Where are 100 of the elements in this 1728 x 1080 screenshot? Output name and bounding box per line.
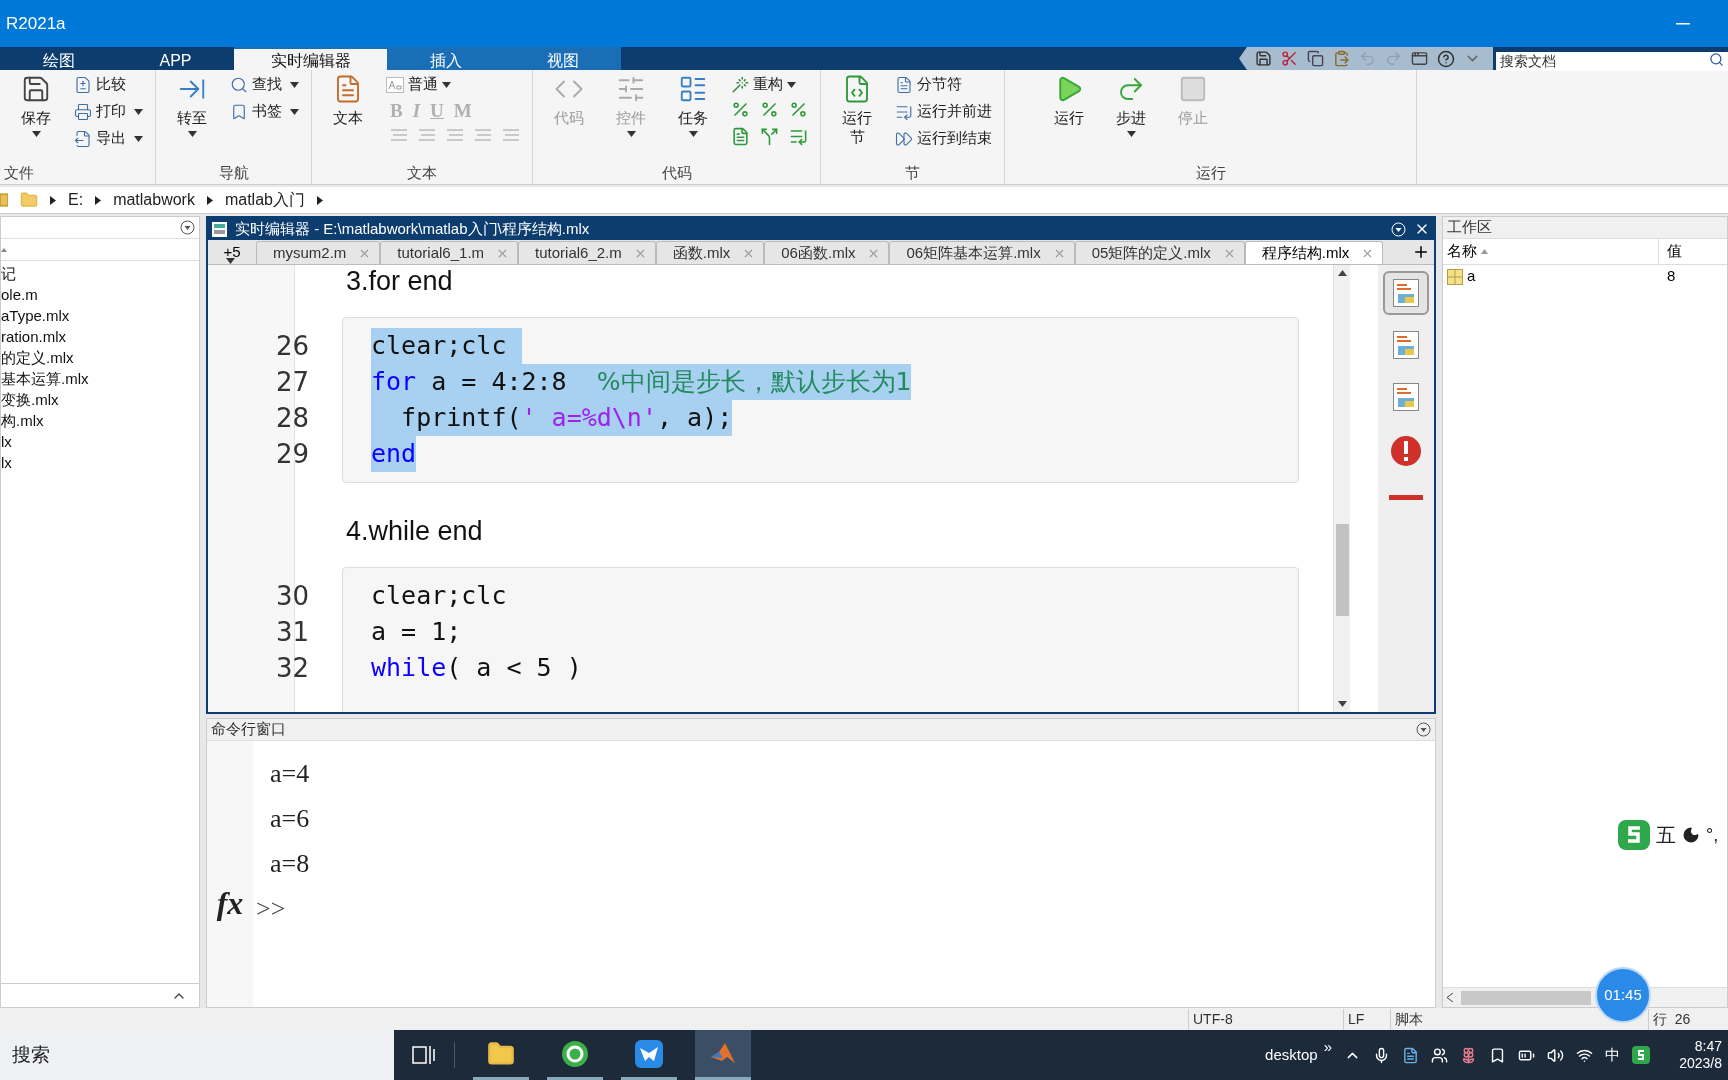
path-segment[interactable]: E:: [68, 188, 84, 212]
code-tool-icon[interactable]: [760, 127, 779, 146]
ribbon-button[interactable]: 转至: [168, 70, 216, 162]
code-tool-icon[interactable]: [760, 100, 779, 119]
save-icon[interactable]: [1255, 50, 1272, 67]
scrollbar-thumb[interactable]: [1335, 524, 1349, 616]
function-hint-icon[interactable]: fx: [216, 879, 244, 927]
editor-tab[interactable]: tutorial6_1.m: [380, 241, 519, 264]
ribbon-tab[interactable]: 视图: [504, 47, 621, 70]
file-item[interactable]: aType.mlx: [1, 305, 70, 326]
export-icon: [74, 129, 92, 148]
file-item[interactable]: ole.m: [1, 284, 38, 305]
add-tab-icon[interactable]: [1412, 243, 1430, 261]
scrollbar-thumb[interactable]: [1461, 990, 1591, 1005]
editor-tab[interactable]: 05矩阵的定义.mlx: [1074, 241, 1245, 264]
ribbon-button[interactable]: 步进: [1107, 70, 1155, 162]
ribbon-button[interactable]: 保存: [12, 70, 60, 162]
ribbon-button[interactable]: 运行并前进: [895, 101, 992, 122]
error-icon[interactable]: [1390, 435, 1422, 467]
group-label: 导航: [217, 163, 250, 183]
editor-tab[interactable]: 06矩阵基本运算.mlx: [889, 241, 1075, 264]
people-icon[interactable]: [1431, 1046, 1448, 1064]
overflow-tabs-button[interactable]: +5: [208, 240, 256, 264]
wand-icon: [731, 75, 749, 94]
ribbon-button[interactable]: 运行节: [833, 70, 881, 162]
ribbon-button[interactable]: 任务: [669, 70, 717, 162]
ribbon-button[interactable]: 文本: [324, 70, 372, 162]
ribbon-tab[interactable]: 实时编辑器: [234, 47, 387, 70]
editor-tab[interactable]: 函数.mlx: [655, 241, 765, 264]
code-tool-icon[interactable]: [789, 127, 808, 146]
file-item[interactable]: lx: [1, 431, 12, 452]
file-item[interactable]: 变换.mlx: [1, 389, 59, 410]
code-tool-icon[interactable]: [731, 100, 750, 119]
more-button[interactable]: »: [1323, 1035, 1332, 1059]
microphone-icon[interactable]: [1373, 1046, 1390, 1064]
line-number: 29: [274, 437, 310, 471]
editor-tab[interactable]: mysum2.m: [256, 241, 381, 264]
ribbon-button[interactable]: 运行: [1045, 70, 1093, 162]
path-segment[interactable]: matlab入门: [224, 188, 305, 212]
help-icon[interactable]: [1437, 49, 1455, 68]
ribbon-button[interactable]: 查找: [230, 74, 299, 95]
bookmark-icon[interactable]: [1489, 1046, 1506, 1064]
ribbon-button[interactable]: 比较: [74, 74, 143, 95]
ribbon-tab[interactable]: 插入: [387, 47, 504, 70]
search-field[interactable]: 搜索文档: [1496, 51, 1728, 71]
caret-icon: [787, 81, 796, 88]
notes-icon[interactable]: [1402, 1046, 1419, 1064]
copy-icon[interactable]: [1307, 50, 1324, 67]
sort-icon[interactable]: [1, 247, 7, 252]
code-tool-icon[interactable]: [731, 127, 750, 146]
matlab-app-icon[interactable]: [695, 1030, 751, 1080]
editor-tab[interactable]: tutorial6_2.m: [518, 241, 656, 264]
column-header[interactable]: 名称: [1443, 239, 1659, 264]
minimize-icon[interactable]: [1676, 22, 1690, 25]
file-item[interactable]: 记: [1, 263, 16, 284]
flower-icon[interactable]: [1460, 1046, 1477, 1064]
column-header[interactable]: 值: [1659, 239, 1727, 264]
ribbon-button[interactable]: 打印: [74, 101, 143, 122]
refactor-button[interactable]: 重构: [731, 74, 808, 95]
scroll-left-icon[interactable]: [1447, 993, 1453, 1002]
clock-date[interactable]: 2023/8: [1679, 1055, 1722, 1072]
file-item[interactable]: lx: [1, 452, 12, 473]
ribbon-button[interactable]: 分节符: [895, 74, 992, 95]
taskbar-search[interactable]: 搜索: [0, 1030, 394, 1080]
slider-icon: [616, 74, 646, 104]
window-icon[interactable]: [1411, 50, 1428, 67]
view-mode-icon[interactable]: [1383, 271, 1429, 315]
scroll-down-icon[interactable]: [1337, 701, 1347, 707]
cut-icon[interactable]: [1281, 50, 1298, 67]
triangle-icon: [50, 195, 56, 205]
code-tool-icon[interactable]: [789, 100, 808, 119]
console-output: a=6: [269, 803, 310, 835]
ribbon-button[interactable]: 书签: [230, 101, 299, 122]
section-break-icon: [895, 75, 913, 94]
panel-title: 工作区: [1447, 217, 1492, 238]
ribbon-button[interactable]: 运行到结束: [895, 128, 992, 149]
paste-icon[interactable]: [1333, 50, 1350, 67]
task-view-icon[interactable]: [412, 1044, 436, 1066]
editor-tab[interactable]: 06函数.mlx: [764, 241, 890, 264]
ribbon-tab[interactable]: 绘图: [0, 47, 117, 70]
code-line: while( a < 5 ): [371, 652, 582, 684]
input-language[interactable]: 中: [1605, 1043, 1620, 1067]
style-dropdown[interactable]: 普通: [386, 74, 520, 95]
clock-time[interactable]: 8:47: [1694, 1038, 1722, 1055]
dropdown-icon[interactable]: [180, 220, 195, 235]
scroll-up-icon[interactable]: [1337, 270, 1347, 276]
ribbon-button[interactable]: 导出: [74, 128, 143, 149]
dropdown-icon[interactable]: [1416, 722, 1431, 737]
toolbar-label[interactable]: desktop: [1265, 1043, 1318, 1067]
editor-tab[interactable]: 程序结构.mlx: [1244, 241, 1384, 264]
moon-icon: [1682, 826, 1700, 844]
file-item[interactable]: 构.mlx: [1, 410, 44, 431]
volume-icon[interactable]: [1547, 1046, 1564, 1064]
path-segment[interactable]: matlabwork: [113, 188, 195, 212]
variable-icon: [1447, 268, 1463, 285]
file-item[interactable]: ration.mlx: [1, 326, 67, 347]
file-item[interactable]: 的定义.mlx: [1, 347, 74, 368]
ribbon-tab[interactable]: APP: [117, 47, 234, 70]
file-item[interactable]: 基本运算.mlx: [1, 368, 89, 389]
input-method-icon[interactable]: [1632, 1046, 1650, 1064]
